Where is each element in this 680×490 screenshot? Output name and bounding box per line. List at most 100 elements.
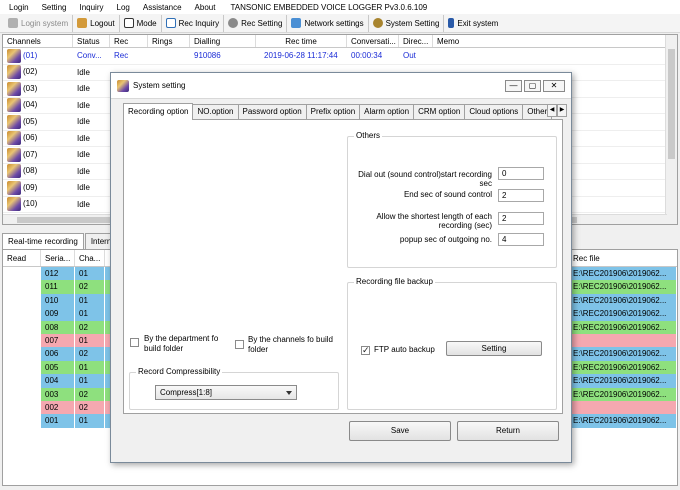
exit-system-button[interactable]: Exit system [444,15,502,32]
tab-scroll-right-icon[interactable]: ▶ [557,104,567,117]
menu-setting[interactable]: Setting [42,3,67,12]
channel-label: (02) [23,67,38,77]
col-read[interactable]: Read [3,250,41,266]
record-cell [3,293,41,308]
dept-folder-label: By the department fo build folder [144,334,219,353]
tab-crm-option[interactable]: CRM option [413,104,466,119]
record-cell-serial: 001 [41,414,75,428]
col-status[interactable]: Status [73,35,110,47]
channel-icon [7,131,21,146]
compress-select[interactable]: Compress[1:8] [155,385,297,400]
record-cell-file: E:\REC201906\2019062... [569,307,677,321]
shortest-length-input[interactable]: 2 [498,212,544,225]
col-rectime[interactable]: Rec time [256,35,347,47]
col-serial[interactable]: Seria... [41,250,75,266]
backup-group: Recording file backup FTP auto backup Se… [347,277,557,410]
minimize-button[interactable]: — [505,80,522,92]
ftp-auto-backup-checkbox[interactable] [361,345,370,356]
mode-button[interactable]: Mode [120,14,162,32]
channel-cell-status: Idle [77,117,90,127]
record-cell-serial: 011 [41,280,75,294]
dialout-start-input[interactable]: 0 [498,167,544,180]
compress-group: Record Compressibility Compress[1:8] [129,367,339,410]
tab-no-option[interactable]: NO.option [192,104,239,119]
channel-row[interactable]: (01) Conv... Rec 910086 2019-06-28 11:17:44 0… [3,48,677,65]
channel-label: (07) [23,149,38,159]
col-channel[interactable]: Cha... [75,250,105,266]
menu-bar: Login Setting Inquiry Log Assistance Abo… [0,0,680,14]
menu-assistance[interactable]: Assistance [143,3,182,12]
record-cell-ch: 01 [75,333,105,348]
channel-icon [7,98,21,113]
maximize-button[interactable]: ▢ [524,80,541,92]
record-cell-ch: 01 [75,307,105,321]
tab-password-option[interactable]: Password option [237,104,307,119]
record-cell-file [569,333,677,348]
login-system-button[interactable]: Login system [4,14,74,32]
dialog-titlebar[interactable]: System setting — ▢ ✕ [111,73,571,99]
tab-realtime-recording[interactable]: Real-time recording [2,233,84,250]
channel-cell-status: Conv... [77,51,102,61]
channel-cell-dialling: 910086 [194,51,221,61]
save-button[interactable]: Save [349,421,451,441]
col-rings[interactable]: Rings [148,35,190,47]
col-memo[interactable]: Memo [433,35,663,47]
col-dialling[interactable]: Dialling [190,35,256,47]
end-sec-input[interactable]: 2 [498,189,544,202]
dialog-title: System setting [133,81,186,90]
record-cell-ch: 01 [75,267,105,281]
channel-icon [7,81,21,96]
channel-label: (08) [23,166,38,176]
tab-alarm-option[interactable]: Alarm option [359,104,415,119]
record-cell-file: E:\REC201906\2019062... [569,267,677,281]
channel-icon [7,164,21,179]
record-cell [3,307,41,321]
dept-folder-checkbox[interactable] [130,338,139,347]
channel-cell-status: Idle [77,199,90,209]
channel-cell-channel: (04) [3,98,73,113]
rec-setting-button[interactable]: Rec Setting [224,14,288,32]
col-recfile[interactable]: Rec file [569,250,677,266]
col-channels[interactable]: Channels [3,35,73,47]
dialog-tabs: Recording option NO.option Password opti… [123,103,553,120]
channel-cell-status: Idle [77,166,90,176]
menu-about[interactable]: About [195,3,216,12]
menu-login[interactable]: Login [9,3,29,12]
channel-cell-channel: (10) [3,197,73,212]
rec-inquiry-button[interactable]: Rec Inquiry [162,14,225,32]
popup-sec-input[interactable]: 4 [498,233,544,246]
record-cell-file: E:\REC201906\2019062... [569,374,677,388]
menu-log[interactable]: Log [117,3,130,12]
menu-inquiry[interactable]: Inquiry [79,3,103,12]
record-cell-ch: 02 [75,280,105,294]
return-button[interactable]: Return [457,421,559,441]
tab-scroll-left-icon[interactable]: ◀ [547,104,557,117]
record-cell-ch: 02 [75,387,105,401]
channel-folder-checkbox[interactable] [235,340,244,349]
system-setting-button[interactable]: System Setting [369,14,445,32]
popup-sec-label: popup sec of outgoing no. [399,235,492,244]
system-setting-dialog: System setting — ▢ ✕ Recording option NO… [110,72,572,463]
tab-prefix-option[interactable]: Prefix option [305,104,361,119]
channel-icon [7,147,21,162]
others-group-title: Others [354,131,383,140]
col-rec[interactable]: Rec [110,35,148,47]
tab-cloud-options[interactable]: Cloud options [464,104,524,119]
record-cell-serial: 008 [41,320,75,334]
close-button[interactable]: ✕ [543,80,565,92]
channel-icon [7,114,21,129]
col-direction[interactable]: Direc... [399,35,433,47]
recording-option-panel: Others Dial out (sound control)start rec… [123,119,563,414]
tab-recording-option[interactable]: Recording option [123,103,194,120]
channels-vscrollbar[interactable] [665,35,677,224]
channel-cell-status: Idle [77,67,90,77]
network-settings-button[interactable]: Network settings [287,14,369,32]
shortest-length-label: Allow the shortest length of each record… [376,212,492,230]
logout-button[interactable]: Logout [73,14,120,32]
channel-icon [7,197,21,212]
ftp-setting-button[interactable]: Setting [446,341,542,356]
col-conversation[interactable]: Conversati... [347,35,399,47]
channels-header: Channels Status Rec Rings Dialling Rec t… [3,35,677,48]
record-cell-file: E:\REC201906\2019062... [569,360,677,375]
tab-scroll: ◀ ▶ [547,104,567,117]
